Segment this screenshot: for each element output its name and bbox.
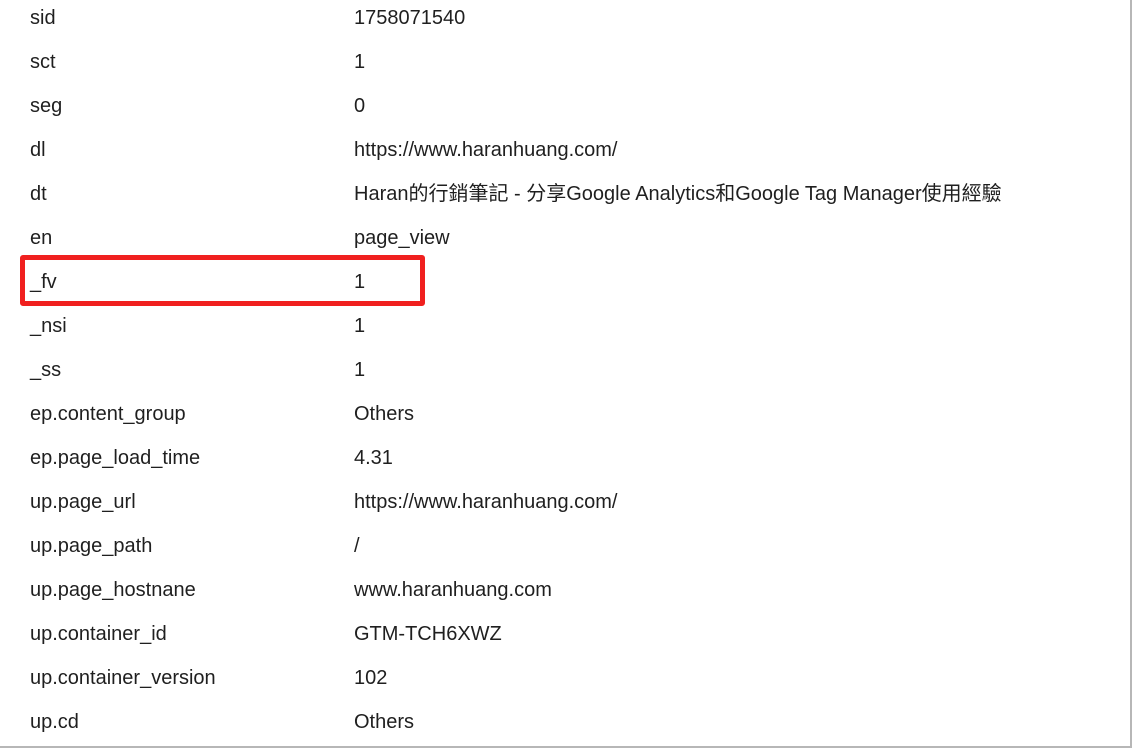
param-value: / xyxy=(354,535,360,557)
param-key: sct xyxy=(30,51,56,73)
param-key: _fv xyxy=(30,271,57,293)
param-row-content-group: ep.content_group Others xyxy=(0,392,1130,436)
param-row-sid: sid 1758071540 xyxy=(0,0,1130,40)
param-value: https://www.haranhuang.com/ xyxy=(354,139,618,161)
param-key: _ss xyxy=(30,359,62,381)
param-value: https://www.haranhuang.com/ xyxy=(354,491,618,513)
param-key: ep.page_load_time xyxy=(30,447,201,469)
param-value: GTM-TCH6XWZ xyxy=(354,623,502,645)
param-value: 0 xyxy=(354,95,366,117)
param-value: 4.31 xyxy=(354,447,393,469)
param-value: 1 xyxy=(354,51,366,73)
param-row-ss: _ss 1 xyxy=(0,348,1130,392)
param-key: seg xyxy=(30,95,63,117)
param-key: en xyxy=(30,227,53,249)
parameter-table: sid 1758071540 sct 1 seg 0 dl https://ww… xyxy=(0,0,1132,748)
param-row-page-load-time: ep.page_load_time 4.31 xyxy=(0,436,1130,480)
param-value: 1 xyxy=(354,271,366,293)
param-key: sid xyxy=(30,7,56,29)
param-key: dl xyxy=(30,139,46,161)
param-row-container-version: up.container_version 102 xyxy=(0,656,1130,700)
param-value: 1 xyxy=(354,359,366,381)
param-row-page-hostname: up.page_hostnane www.haranhuang.com xyxy=(0,568,1130,612)
param-key: up.cd xyxy=(30,711,79,733)
param-value: www.haranhuang.com xyxy=(354,579,552,601)
param-key: ep.content_group xyxy=(30,403,186,425)
param-row-seg: seg 0 xyxy=(0,84,1130,128)
param-key: up.page_hostnane xyxy=(30,579,196,601)
param-value: Others xyxy=(354,711,415,733)
param-row-fv: _fv 1 xyxy=(0,260,1130,304)
param-value: Others xyxy=(354,403,415,425)
param-key: up.page_path xyxy=(30,535,153,557)
param-row-page-path: up.page_path / xyxy=(0,524,1130,568)
param-row-en: en page_view xyxy=(0,216,1130,260)
parameter-rows: sid 1758071540 sct 1 seg 0 dl https://ww… xyxy=(0,0,1130,744)
param-row-container-id: up.container_id GTM-TCH6XWZ xyxy=(0,612,1130,656)
param-row-dt: dt Haran的行銷筆記 - 分享Google Analytics和Googl… xyxy=(0,172,1130,216)
param-key: up.page_url xyxy=(30,491,136,513)
param-key: dt xyxy=(30,183,47,205)
param-row-page-url: up.page_url https://www.haranhuang.com/ xyxy=(0,480,1130,524)
param-row-dl: dl https://www.haranhuang.com/ xyxy=(0,128,1130,172)
param-row-cd: up.cd Others xyxy=(0,700,1130,744)
param-key: _nsi xyxy=(30,315,67,337)
param-value: 1758071540 xyxy=(354,7,466,29)
param-row-nsi: _nsi 1 xyxy=(0,304,1130,348)
param-row-sct: sct 1 xyxy=(0,40,1130,84)
param-value: 102 xyxy=(354,667,388,689)
param-value: Haran的行銷筆記 - 分享Google Analytics和Google T… xyxy=(354,183,1002,205)
param-key: up.container_id xyxy=(30,623,167,645)
param-key: up.container_version xyxy=(30,667,216,689)
param-value: page_view xyxy=(354,227,450,249)
param-value: 1 xyxy=(354,315,366,337)
